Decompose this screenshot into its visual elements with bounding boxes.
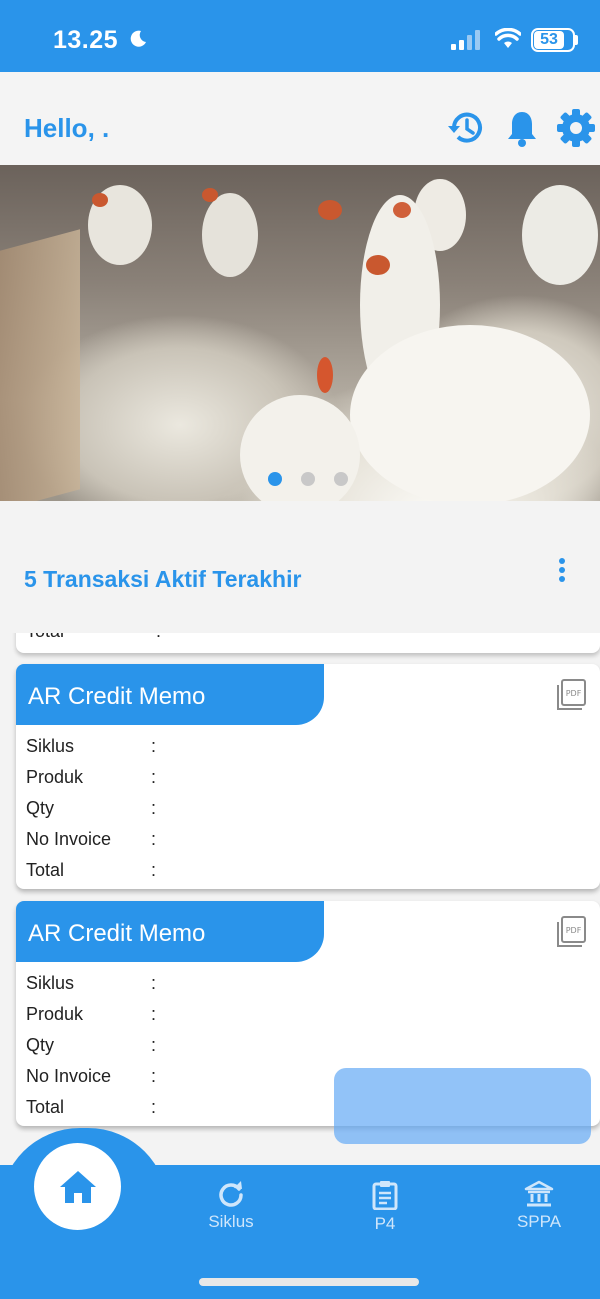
banner-carousel[interactable] [0,165,600,501]
row-colon: : [151,1097,157,1117]
clipboard-icon [372,1181,398,1210]
row-no-invoice: No Invoice: [26,1066,156,1087]
transactions-list[interactable]: Total : AR Credit Memo PDF Siklus: Produ… [10,633,600,1133]
row-label: No Invoice [26,1066,112,1086]
row-produk: Produk: [26,1004,156,1025]
floating-action-overlay[interactable] [334,1068,591,1144]
nav-label: SPPA [516,1212,562,1231]
row-siklus: Siklus: [26,736,156,757]
status-time: 13.25 [53,26,119,54]
greeting-text: Hello, . [24,113,110,143]
more-options-icon[interactable] [550,556,574,584]
moon-icon [130,30,146,47]
row-qty: Qty: [26,798,156,819]
nav-item-siklus[interactable]: Siklus [186,1180,276,1232]
carousel-dot-2[interactable] [301,472,315,486]
row-colon: : [151,1035,157,1055]
home-indicator [199,1278,419,1286]
row-label: Total [26,633,64,642]
home-icon [59,1170,96,1203]
history-icon[interactable] [446,108,486,148]
nav-label: Siklus [208,1212,254,1231]
row-label: Qty [26,798,55,818]
transaction-card[interactable]: AR Credit Memo PDF Siklus: Produk: Qty: … [16,664,600,889]
nav-item-p4[interactable]: P4 [340,1180,430,1234]
card-title: AR Credit Memo [16,664,324,725]
row-label: No Invoice [26,829,112,849]
nav-label: P4 [374,1214,396,1233]
row-colon: : [156,633,161,642]
row-label: Total [26,1097,65,1117]
row-colon: : [151,1004,157,1024]
battery-level: 53 [534,31,564,49]
row-colon: : [151,767,157,787]
row-siklus: Siklus: [26,973,156,994]
row-label: Siklus [26,973,75,993]
pdf-icon[interactable]: PDF [555,678,587,712]
row-colon: : [151,860,157,880]
pdf-icon[interactable]: PDF [555,915,587,949]
row-colon: : [151,798,157,818]
row-colon: : [151,736,157,756]
row-label: Siklus [26,736,75,756]
row-colon: : [151,1066,157,1086]
refresh-icon [219,1181,243,1207]
bank-icon [524,1180,554,1207]
row-total: Total: [26,860,156,881]
card-title: AR Credit Memo [16,901,324,962]
bell-icon[interactable] [502,108,542,148]
svg-text:PDF: PDF [566,689,582,698]
signal-icon [451,30,480,50]
transaction-card-previous[interactable]: Total : [16,633,600,653]
gear-icon[interactable] [556,108,596,148]
row-label: Produk [26,1004,84,1024]
row-colon: : [151,829,157,849]
row-colon: : [151,973,157,993]
home-button[interactable] [34,1143,121,1230]
row-label: Qty [26,1035,55,1055]
row-qty: Qty: [26,1035,156,1056]
nav-item-sppa[interactable]: SPPA [494,1180,584,1232]
battery-indicator: 53 [531,28,575,52]
banner-image-chickens [88,179,598,501]
row-no-invoice: No Invoice: [26,829,156,850]
row-produk: Produk: [26,767,156,788]
status-bar: 13.25 53 [0,0,600,72]
row-label: Produk [26,767,84,787]
row-total: Total: [26,1097,156,1118]
wifi-icon [495,28,521,48]
carousel-dot-1[interactable] [268,472,282,486]
row-label: Total [26,860,65,880]
carousel-dot-3[interactable] [334,472,348,486]
battery-cap [575,35,578,45]
section-title: 5 Transaksi Aktif Terakhir [24,566,302,592]
svg-text:PDF: PDF [566,926,582,935]
